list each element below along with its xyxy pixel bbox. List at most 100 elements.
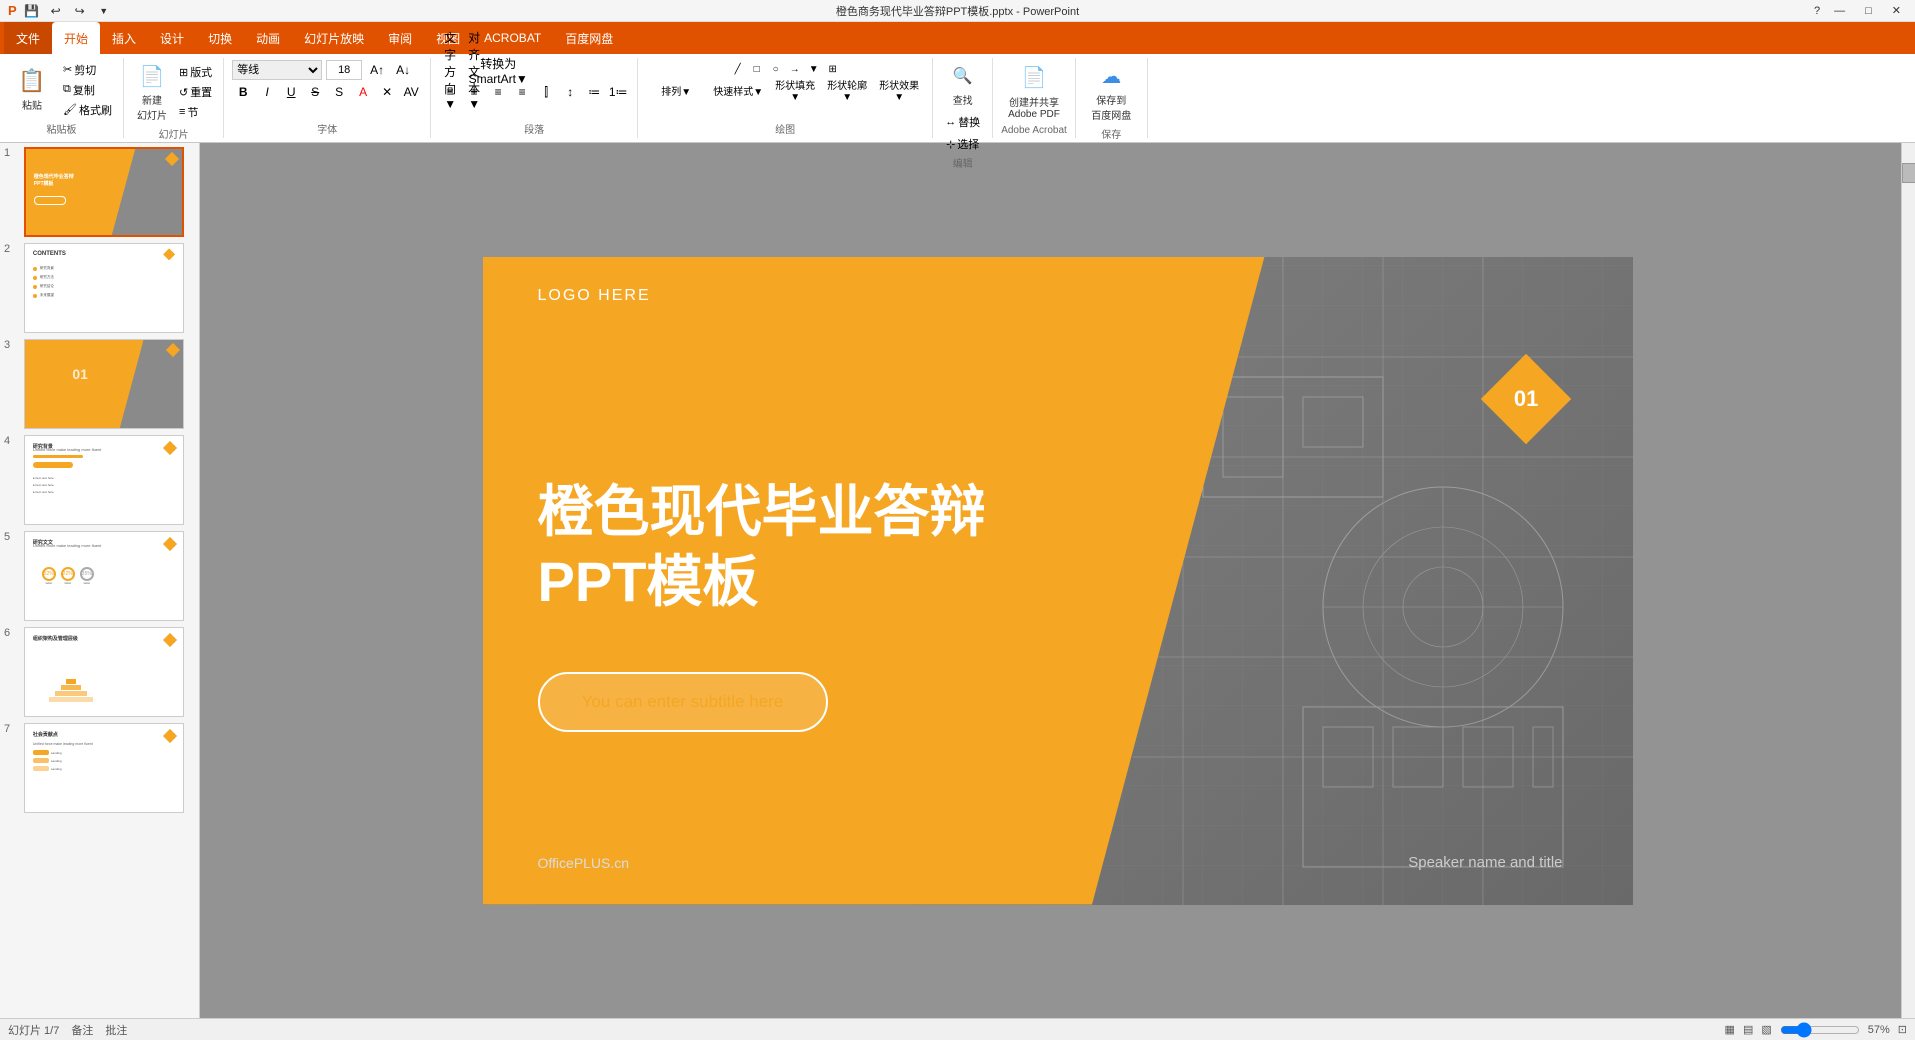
shape-more[interactable]: ▼: [805, 60, 823, 78]
replace-button[interactable]: ↔ 替换: [942, 113, 983, 131]
align-right-button[interactable]: ≡: [487, 82, 509, 102]
vertical-scrollbar[interactable]: [1901, 143, 1915, 1018]
tab-transitions[interactable]: 切换: [196, 22, 244, 54]
shape-arrow[interactable]: →: [786, 60, 804, 78]
font-increase-button[interactable]: A↑: [366, 60, 388, 80]
copy-button[interactable]: ⧉ 复制: [60, 81, 115, 99]
reset-button[interactable]: ↺ 重置: [176, 83, 215, 101]
view-normal-btn[interactable]: ▦: [1725, 1023, 1735, 1036]
strikethrough-button[interactable]: S: [304, 82, 326, 102]
font-size-input[interactable]: [326, 60, 362, 80]
quick-customize[interactable]: ▼: [95, 2, 113, 20]
shape-outline-button[interactable]: 形状轮廓▼: [822, 80, 872, 100]
section-button[interactable]: ≡ 节: [176, 103, 215, 121]
bullets-button[interactable]: ≔: [583, 82, 605, 102]
acrobat-content: 📄 创建并共享 Adobe PDF: [1004, 60, 1064, 123]
scroll-thumb[interactable]: [1902, 163, 1915, 183]
shape-line[interactable]: ╱: [729, 60, 747, 78]
ribbon-group-slides: 📄 新建 幻灯片 ⊞ 版式 ↺ 重置 ≡ 节: [124, 58, 224, 138]
tab-baidu[interactable]: 百度网盘: [553, 22, 625, 54]
ribbon-group-font: 等线 A↑ A↓ B I U S S A ✕ AV 字体: [224, 58, 431, 138]
justify-button[interactable]: ≡: [511, 82, 533, 102]
paste-button[interactable]: 📋 粘贴: [8, 65, 56, 114]
clear-format-button[interactable]: ✕: [376, 82, 398, 102]
numbering-button[interactable]: 1≔: [607, 82, 629, 102]
slide-thumb-4[interactable]: 4 研究背景 Unified force make leading more f…: [4, 435, 195, 525]
slide-thumb-2[interactable]: 2 CONTENTS 研究背景 研究方法 研究结论 未来展望: [4, 243, 195, 333]
tab-home[interactable]: 开始: [52, 22, 100, 54]
save-content: ☁ 保存到 百度网盘: [1084, 60, 1139, 124]
underline-button[interactable]: U: [280, 82, 302, 102]
view-reading-btn[interactable]: ▧: [1761, 1023, 1771, 1036]
maximize-btn[interactable]: □: [1859, 5, 1878, 17]
paragraph-label: 段落: [524, 119, 544, 136]
close-btn[interactable]: ✕: [1886, 4, 1907, 17]
view-slide-btn[interactable]: ▤: [1743, 1023, 1753, 1036]
shape-effects-button[interactable]: 形状效果▼: [874, 80, 924, 100]
shadow-button[interactable]: S: [328, 82, 350, 102]
line-spacing-button[interactable]: ↕: [559, 82, 581, 102]
slide-thumb-6[interactable]: 6 组织架构及管理层级: [4, 627, 195, 717]
italic-button[interactable]: I: [256, 82, 278, 102]
cut-button[interactable]: ✂ 剪切: [60, 61, 115, 79]
shape-fill-button[interactable]: 形状填充▼: [770, 80, 820, 100]
window-title: 橙色商务现代毕业答辩PPT模板.pptx - PowerPoint: [836, 3, 1079, 19]
arrange-button[interactable]: 排列▼: [646, 80, 706, 100]
convert-smartart-button[interactable]: 转换为SmartArt▼: [487, 60, 509, 80]
font-color-button[interactable]: A: [352, 82, 374, 102]
help-btn[interactable]: ?: [1814, 5, 1820, 17]
slide-thumb-3[interactable]: 3 01: [4, 339, 195, 429]
speaker-info[interactable]: Speaker name and title: [1408, 854, 1562, 871]
font-family-select[interactable]: 等线: [232, 60, 322, 80]
badge-number: 01: [1513, 385, 1537, 411]
quick-styles-button[interactable]: 快速样式▼: [708, 80, 768, 100]
find-button[interactable]: 🔍 查找: [943, 60, 983, 109]
notes-btn[interactable]: 备注: [71, 1022, 93, 1038]
tab-animation[interactable]: 动画: [244, 22, 292, 54]
text-direction-button[interactable]: 文字方向▼: [439, 60, 461, 80]
tab-design[interactable]: 设计: [148, 22, 196, 54]
slides-panel[interactable]: 1 橙色现代毕业答辩PPT模板 subtitle here 2 CONTENTS: [0, 143, 200, 1018]
quick-save[interactable]: 💾: [23, 2, 41, 20]
slide-thumb-1[interactable]: 1 橙色现代毕业答辩PPT模板 subtitle here: [4, 147, 195, 237]
zoom-slider[interactable]: [1780, 1022, 1860, 1038]
tab-acrobat[interactable]: ACROBAT: [472, 22, 553, 54]
columns-button[interactable]: ⫿: [535, 82, 557, 102]
save-to-baidu-button[interactable]: ☁ 保存到 百度网盘: [1084, 60, 1139, 124]
ribbon-group-save: ☁ 保存到 百度网盘 保存: [1076, 58, 1148, 138]
slide-thumb-5[interactable]: 5 研究文文 Unified force make leading more f…: [4, 531, 195, 621]
subtitle-box[interactable]: You can enter subtitle here: [538, 672, 828, 732]
comments-btn[interactable]: 批注: [105, 1022, 127, 1038]
cut-icon: ✂: [63, 63, 72, 76]
quick-redo[interactable]: ↪: [71, 2, 89, 20]
slide-main-title[interactable]: 橙色现代毕业答辩 PPT模板: [538, 477, 986, 617]
tab-insert[interactable]: 插入: [100, 22, 148, 54]
char-space-button[interactable]: AV: [400, 82, 422, 102]
minimize-btn[interactable]: —: [1828, 5, 1851, 17]
mini-slide-2: CONTENTS 研究背景 研究方法 研究结论 未来展望: [25, 244, 183, 332]
tab-file[interactable]: 文件: [4, 22, 52, 54]
align-left-button[interactable]: ≡: [439, 82, 461, 102]
bold-button[interactable]: B: [232, 82, 254, 102]
align-center-button[interactable]: ≡: [463, 82, 485, 102]
fit-btn[interactable]: ⊡: [1898, 1023, 1907, 1036]
mini-slide-4: 研究背景 Unified force make leading more flu…: [25, 436, 183, 524]
ribbon-group-editing: 🔍 查找 ↔ 替换 ⊹ 选择 编辑: [933, 58, 993, 138]
slide-thumb-7[interactable]: 7 社会贡献点 Unified force make leading more …: [4, 723, 195, 813]
layout-button[interactable]: ⊞ 版式: [176, 63, 215, 81]
ribbon-group-acrobat: 📄 创建并共享 Adobe PDF Adobe Acrobat: [993, 58, 1076, 138]
quick-undo[interactable]: ↩: [47, 2, 65, 20]
shape-arrange[interactable]: ⊞: [824, 60, 842, 78]
shape-circle[interactable]: ○: [767, 60, 785, 78]
shape-rect[interactable]: □: [748, 60, 766, 78]
mini-s2-title: CONTENTS: [33, 251, 66, 257]
create-pdf-button[interactable]: 📄 创建并共享 Adobe PDF: [1004, 62, 1064, 122]
mini-slide-7: 社会贡献点 Unified force make leading more fl…: [25, 724, 183, 812]
tab-review[interactable]: 审阅: [376, 22, 424, 54]
format-painter-button[interactable]: 🖌 格式刷: [60, 101, 115, 119]
find-label: 查找: [953, 92, 973, 107]
new-slide-button[interactable]: 📄 新建 幻灯片: [132, 60, 172, 124]
font-decrease-button[interactable]: A↓: [392, 60, 414, 80]
tab-slideshow[interactable]: 幻灯片放映: [292, 22, 376, 54]
save-to-baidu-icon: ☁: [1097, 62, 1125, 90]
